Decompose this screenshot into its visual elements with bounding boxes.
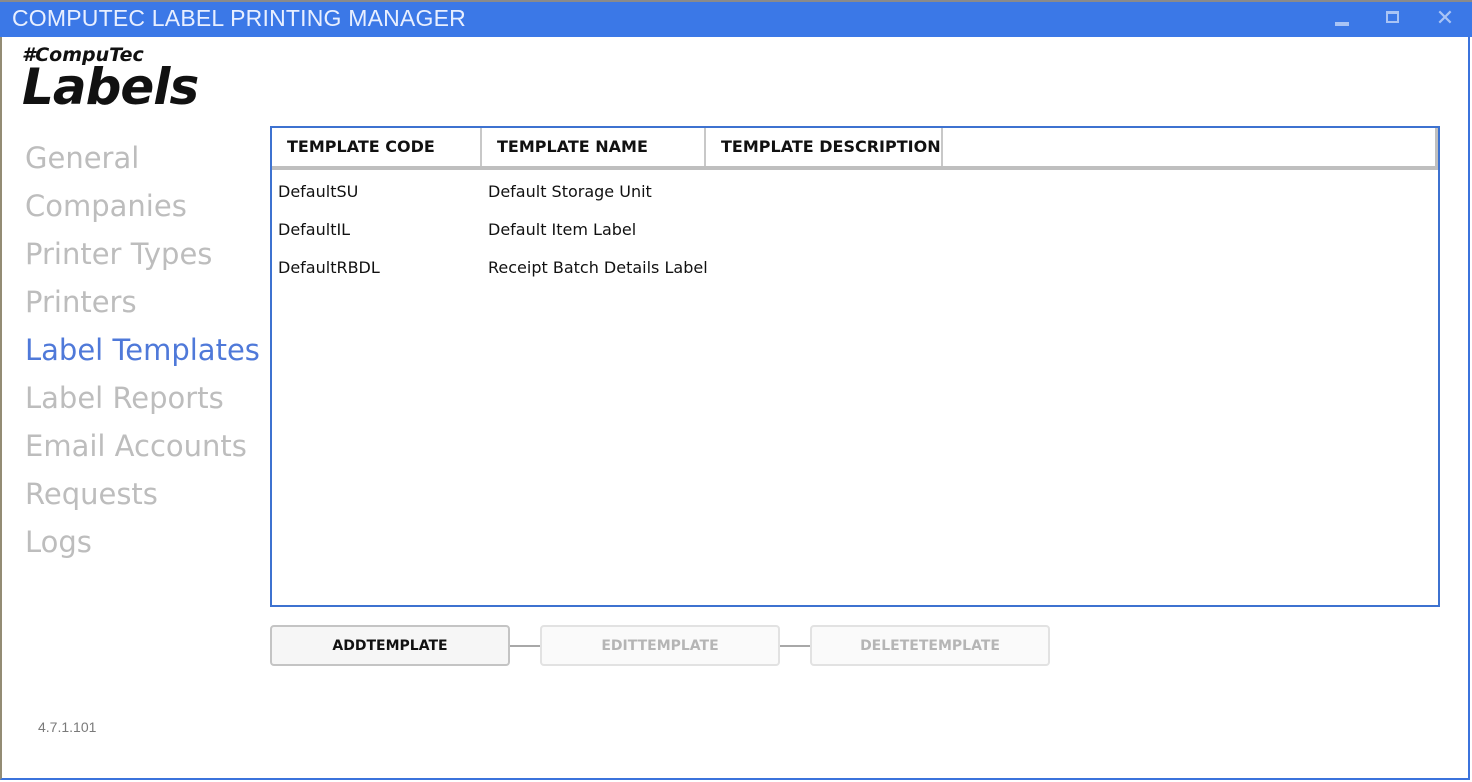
button-connector (780, 645, 810, 647)
cell-template-code: DefaultIL (278, 219, 351, 239)
add-template-button[interactable]: ADDTEMPLATE (270, 625, 510, 666)
button-connector (510, 645, 540, 647)
sidebar-item-label-templates[interactable]: Label Templates (25, 330, 260, 378)
edit-template-button[interactable]: EDITTEMPLATE (540, 625, 780, 666)
cell-template-code: DefaultRBDL (278, 257, 380, 277)
cell-template-name: Default Storage Unit (488, 181, 652, 201)
column-header-template-code[interactable]: TEMPLATE CODE (272, 128, 482, 166)
sidebar-item-general[interactable]: General (25, 138, 260, 186)
grid-header: TEMPLATE CODE TEMPLATE NAME TEMPLATE DES… (272, 128, 1438, 170)
close-icon[interactable]: ✕ (1434, 8, 1456, 30)
table-row[interactable]: DefaultIL Default Item Label (272, 210, 1438, 248)
sidebar-item-logs[interactable]: Logs (25, 522, 260, 570)
cell-template-name: Default Item Label (488, 219, 637, 239)
delete-template-button[interactable]: DELETETEMPLATE (810, 625, 1050, 666)
table-row[interactable]: DefaultRBDL Receipt Batch Details Label (272, 248, 1438, 286)
cell-template-code: DefaultSU (278, 181, 359, 201)
templates-grid[interactable]: TEMPLATE CODE TEMPLATE NAME TEMPLATE DES… (270, 126, 1440, 607)
sidebar-item-printer-types[interactable]: Printer Types (25, 234, 260, 282)
window-title: COMPUTEC LABEL PRINTING MANAGER (12, 5, 466, 31)
minimize-icon[interactable] (1332, 8, 1354, 30)
title-bar[interactable]: COMPUTEC LABEL PRINTING MANAGER ✕ (0, 0, 1472, 37)
sidebar-item-label-reports[interactable]: Label Reports (25, 378, 260, 426)
version-label: 4.7.1.101 (38, 719, 97, 735)
grid-rows: DefaultSU Default Storage Unit DefaultIL… (272, 172, 1438, 286)
cell-template-name: Receipt Batch Details Label (488, 257, 708, 277)
column-header-template-description[interactable]: TEMPLATE DESCRIPTION (706, 128, 943, 166)
maximize-icon[interactable] (1384, 8, 1406, 30)
sidebar-item-email-accounts[interactable]: Email Accounts (25, 426, 260, 474)
sidebar-item-companies[interactable]: Companies (25, 186, 260, 234)
brand-logo: Labels (22, 58, 199, 116)
sidebar-nav: General Companies Printer Types Printers… (25, 138, 260, 570)
sidebar-item-printers[interactable]: Printers (25, 282, 260, 330)
column-header-template-name[interactable]: TEMPLATE NAME (482, 128, 706, 166)
sidebar-item-requests[interactable]: Requests (25, 474, 260, 522)
table-row[interactable]: DefaultSU Default Storage Unit (272, 172, 1438, 210)
